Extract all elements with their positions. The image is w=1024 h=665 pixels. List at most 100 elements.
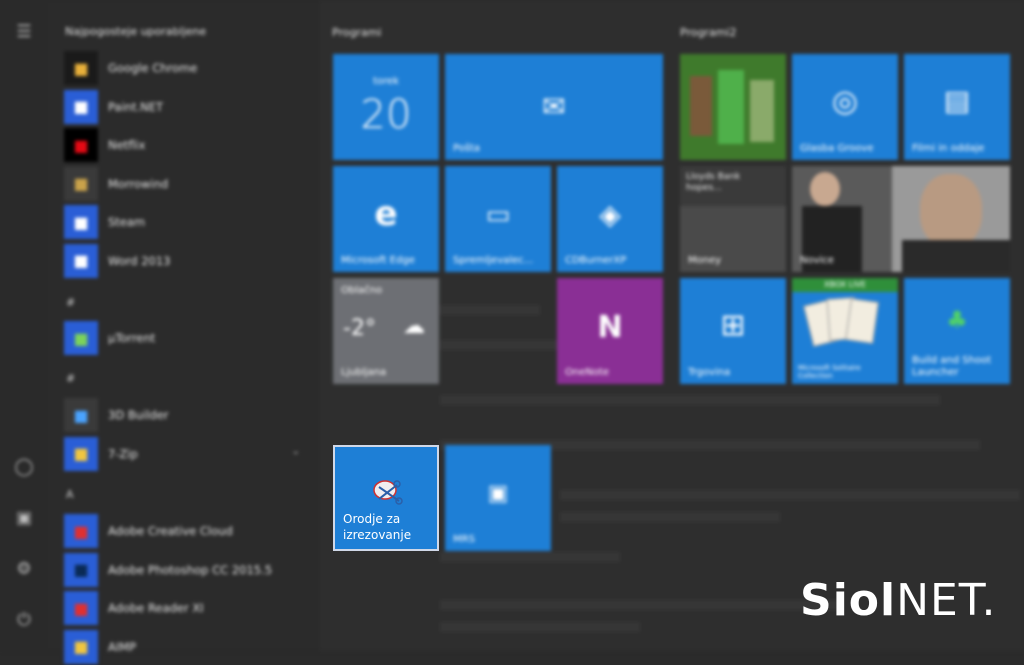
siolnet-logo: SiolNET.: [800, 575, 996, 626]
money-text: Lloyds Bank hopes...: [686, 172, 741, 193]
app-list-item[interactable]: ■ Adobe Photoshop CC 2015.5: [64, 552, 314, 588]
news-suit-right: [902, 240, 1010, 272]
solitaire-label: Microsoft Solitaire Collection: [798, 364, 861, 380]
app-list-item-label: Google Chrome: [108, 61, 198, 75]
adobe-reader-icon: ■: [64, 591, 98, 625]
background-text: [440, 552, 620, 562]
app-list-item-label: Adobe Creative Cloud: [108, 524, 233, 538]
weather-condition: Oblačno: [341, 285, 383, 296]
solitaire-tile[interactable]: XBOX LIVE Microsoft Solitaire Collection: [792, 278, 898, 384]
news-face: [810, 172, 840, 206]
app-list-item[interactable]: ■ 3D Builder: [64, 397, 314, 433]
most-used-header: Najpogosteje uporabljene: [65, 25, 207, 38]
app-list-item[interactable]: ■ Google Chrome: [64, 50, 314, 86]
user-icon[interactable]: ◯: [12, 455, 36, 479]
calendar-date: 20: [360, 92, 412, 138]
paint-net-icon: ■: [64, 89, 98, 124]
background-text: [440, 395, 940, 405]
money-label: Money: [688, 255, 722, 266]
calendar-day: torek: [373, 76, 399, 87]
calendar-tile[interactable]: torek 20: [333, 54, 439, 160]
groove-icon: ◎: [831, 84, 859, 119]
power-icon[interactable]: ⏻: [12, 608, 36, 632]
letter-header-hash[interactable]: #: [66, 296, 75, 309]
app-list-item-label: 3D Builder: [108, 408, 169, 422]
letter-header-digit[interactable]: #: [66, 372, 75, 385]
cdburner-label: CDBurnerXP: [565, 255, 627, 266]
snipping-tool-label: Orodje za izrezovanje: [343, 512, 412, 542]
hamburger-menu-icon[interactable]: ☰: [12, 20, 36, 44]
films-tile[interactable]: ▤ Filmi in oddaje: [904, 54, 1010, 160]
devices-icon: ▭: [485, 200, 511, 230]
money-tile[interactable]: Lloyds Bank hopes... Money: [680, 166, 786, 272]
app-list: Najpogosteje uporabljene ■ Google Chrome ■…: [48, 0, 320, 664]
app-list-item[interactable]: ■ Adobe Reader XI: [64, 590, 314, 626]
letter-header-a[interactable]: A: [66, 488, 74, 501]
groove-tile[interactable]: ◎ Glasba Groove: [792, 54, 898, 160]
mail-icon: ✉: [542, 90, 566, 123]
weather-temperature: -2°: [343, 316, 376, 341]
onenote-tile[interactable]: N OneNote: [557, 278, 663, 384]
creative-cloud-icon: ■: [64, 514, 98, 548]
mail-label: Pošta: [453, 143, 481, 154]
background-text: [440, 622, 640, 632]
tile-group-header-programi[interactable]: Programi: [332, 26, 381, 39]
mrs-icon: ▣: [487, 481, 509, 506]
folder-icon: ■: [64, 436, 98, 471]
mrs-label: MRS: [453, 534, 475, 545]
devices-tile[interactable]: ▭ Spremljevalec...: [445, 166, 551, 272]
news-face-right: [920, 174, 982, 248]
avatar-figure: [718, 70, 744, 144]
app-list-item[interactable]: ■ 7-Zip ⌄: [64, 436, 314, 472]
pictures-icon[interactable]: ▣: [12, 506, 36, 530]
avatar-figure: [750, 80, 774, 142]
store-bag-icon: ⊞: [720, 308, 746, 343]
onenote-label: OneNote: [565, 367, 610, 378]
chrome-icon: ■: [64, 51, 98, 85]
app-list-item-label: µTorrent: [108, 331, 156, 345]
mail-tile[interactable]: ✉ Pošta: [445, 54, 663, 160]
app-list-item-label: AIMP: [108, 639, 137, 654]
game-character-icon: ♣: [946, 306, 968, 334]
background-text: [440, 305, 540, 315]
store-label: Trgovina: [688, 367, 731, 378]
netflix-icon: ■: [64, 128, 98, 162]
edge-tile[interactable]: e Microsoft Edge: [333, 166, 439, 272]
app-list-item[interactable]: ■ µTorrent: [64, 320, 314, 356]
app-list-item[interactable]: ■ Paint.NET: [64, 89, 314, 125]
app-list-item-label: Morrowind: [108, 176, 169, 191]
app-list-item[interactable]: ■ Word 2013: [64, 243, 314, 279]
bubble-tile[interactable]: ♣ Build and Shoot Launcher: [904, 278, 1010, 384]
cdburner-tile[interactable]: ◈ CDBurnerXP: [557, 166, 663, 272]
3d-builder-icon: ■: [64, 398, 98, 432]
weather-city: Ljubljana: [341, 367, 387, 378]
start-rail: ☰ ◯ ▣ ⚙ ⏻: [0, 0, 48, 651]
app-list-item[interactable]: ■ AIMP: [64, 629, 314, 665]
chevron-down-icon[interactable]: ⌄: [292, 446, 300, 457]
cdburner-icon: ◈: [599, 198, 621, 231]
app-list-item[interactable]: ■ Adobe Creative Cloud: [64, 513, 314, 549]
app-list-item[interactable]: ■ Morrowind: [64, 166, 314, 202]
cloud-icon: ☁: [403, 314, 425, 339]
app-list-item-label: Adobe Photoshop CC 2015.5: [108, 562, 273, 577]
tile-group-header-programi2[interactable]: Programi2: [680, 26, 736, 39]
app-list-item[interactable]: ■ Netflix: [64, 127, 314, 163]
mrs-tile[interactable]: ▣ MRS: [445, 445, 551, 551]
aimp-icon: ■: [64, 629, 98, 664]
app-list-item-label: Paint.NET: [108, 99, 164, 114]
news-tile[interactable]: Novice: [792, 166, 1010, 272]
app-list-item[interactable]: ■ Steam: [64, 204, 314, 240]
onenote-icon: N: [597, 310, 623, 345]
background-text: [440, 340, 560, 350]
morrowind-icon: ■: [64, 166, 98, 201]
snipping-tool-tile[interactable]: Orodje za izrezovanje: [333, 445, 439, 551]
logo-rest: NET.: [896, 575, 997, 626]
xbox-tile[interactable]: [680, 54, 786, 160]
settings-icon[interactable]: ⚙: [12, 557, 36, 581]
store-tile[interactable]: ⊞ Trgovina: [680, 278, 786, 384]
background-text: [560, 512, 780, 522]
bubble-label: Build and Shoot Launcher: [912, 355, 992, 378]
steam-icon: ■: [64, 205, 98, 239]
weather-tile[interactable]: Oblačno -2° ☁ Ljubljana: [333, 278, 439, 384]
app-list-item-label: Adobe Reader XI: [108, 601, 204, 615]
